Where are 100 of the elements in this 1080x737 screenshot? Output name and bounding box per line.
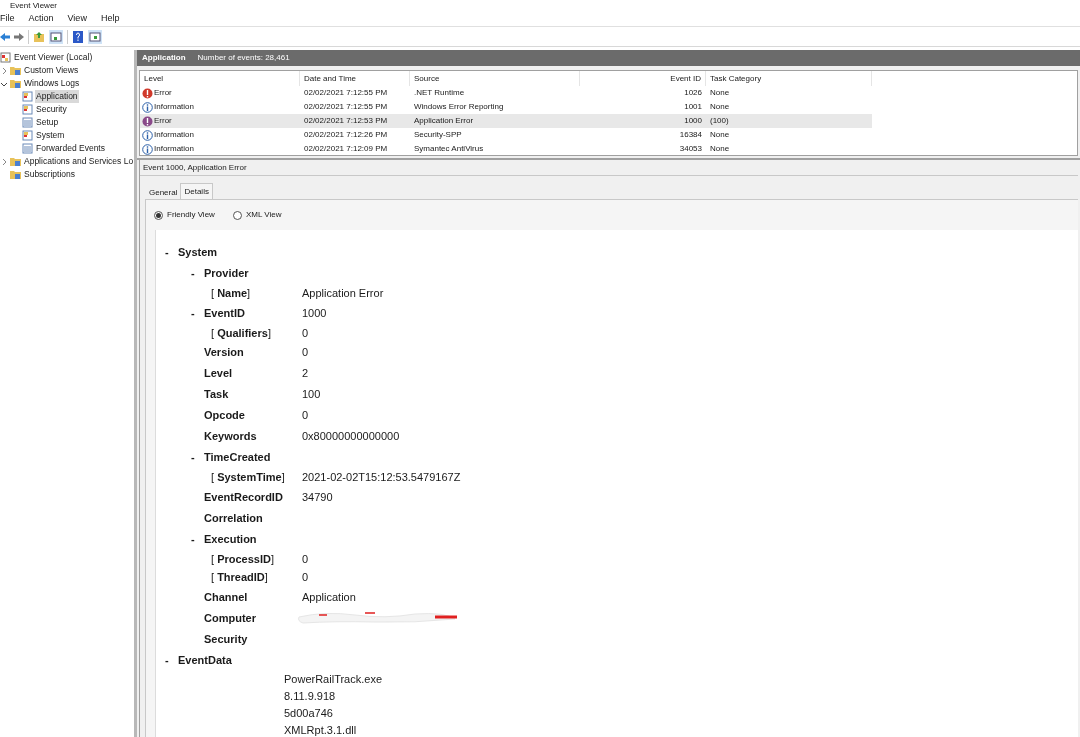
field-label: [ ProcessID]	[211, 551, 274, 567]
table-cell: Application Error	[414, 115, 474, 127]
table-cell: 16384	[679, 129, 702, 141]
table-cell: Symantec AntiVirus	[414, 143, 484, 155]
tree-item[interactable]: Event Viewer (Local)	[13, 51, 94, 64]
column-header[interactable]: Date and Time	[300, 71, 410, 86]
table-cell: 02/02/2021 7:12:53 PM	[304, 115, 388, 127]
folder-icon	[10, 169, 21, 180]
field-value: 2021-02-02T15:12:53.5479167Z	[302, 470, 461, 485]
field-label: Execution	[204, 531, 257, 547]
folder-icon	[10, 65, 21, 76]
column-header[interactable]: Level	[140, 71, 300, 86]
tree-item[interactable]: Application	[35, 90, 79, 103]
table-cell: Error	[154, 115, 172, 127]
table-row[interactable]: Information 02/02/2021 7:12:55 PM Windows Error Reporting 1001 None	[140, 100, 872, 114]
tree-item[interactable]: Forwarded Events	[35, 142, 106, 155]
panel-icon[interactable]	[88, 29, 102, 44]
collapse-toggle[interactable]: -	[165, 246, 169, 259]
collapse-toggle[interactable]: -	[191, 306, 195, 319]
table-cell: 02/02/2021 7:12:55 PM	[304, 87, 388, 99]
field-value: 0	[302, 551, 309, 567]
table-cell: 02/02/2021 7:12:26 PM	[304, 129, 388, 141]
field-label: Security	[204, 631, 248, 647]
field-value: 1000	[302, 305, 327, 321]
collapse-toggle[interactable]: -	[191, 451, 195, 464]
info-icon	[142, 129, 153, 141]
column-header[interactable]: Task Category	[706, 71, 872, 86]
collapse-toggle[interactable]: -	[191, 267, 195, 280]
field-label: Provider	[204, 266, 249, 282]
radio-button[interactable]	[232, 210, 242, 220]
radio-label[interactable]: XML View	[245, 209, 282, 221]
field-label: Level	[204, 366, 233, 382]
field-label: Correlation	[204, 510, 263, 526]
folder-icon	[10, 78, 21, 89]
column-header[interactable]: Source	[410, 71, 580, 86]
field-value: 0	[302, 570, 309, 585]
folder-icon	[10, 156, 21, 167]
field-label: Computer	[204, 610, 256, 626]
tree-item[interactable]: Setup	[35, 116, 60, 129]
table-cell: 02/02/2021 7:12:09 PM	[304, 143, 388, 155]
tree-item[interactable]: Security	[35, 103, 68, 116]
tree-item[interactable]: Custom Views	[23, 64, 80, 77]
table-row[interactable]: Information 02/02/2021 7:12:26 PM Security-SPP 16384 None	[140, 128, 872, 142]
event-title: Event 1000, Application Error	[143, 161, 247, 174]
table-cell: None	[710, 129, 730, 141]
menu-item[interactable]: Help	[100, 12, 120, 26]
info-icon	[142, 101, 153, 113]
log-icon	[22, 117, 33, 128]
table-row[interactable]: Information 02/02/2021 7:12:09 PM Symantec AntiVirus 34053 None	[140, 142, 872, 155]
tree-item[interactable]: System	[35, 129, 66, 142]
log-icon	[22, 104, 33, 115]
radio-button[interactable]	[154, 210, 163, 220]
collapse-toggle[interactable]: -	[191, 532, 195, 545]
tree-item[interactable]: Applications and Services Lo	[23, 155, 134, 168]
forward-icon[interactable]	[14, 31, 24, 42]
table-cell: Error	[154, 87, 172, 99]
chevron-right-icon[interactable]	[0, 66, 8, 75]
table-cell: Information	[154, 129, 195, 141]
field-value: PowerRailTrack.exe	[284, 671, 382, 687]
field-label: TimeCreated	[204, 450, 271, 466]
log-icon	[22, 143, 33, 154]
field-label: EventData	[178, 652, 232, 668]
field-label: [ Name]	[211, 286, 251, 301]
table-cell: (100)	[710, 115, 729, 127]
field-label: Opcode	[204, 408, 245, 424]
field-value: XMLRpt.3.1.dll	[284, 722, 357, 737]
table-cell: 1026	[684, 87, 702, 99]
back-icon[interactable]	[0, 31, 10, 42]
folder-up-icon[interactable]	[33, 30, 45, 43]
field-label: [ ThreadID]	[211, 570, 268, 585]
column-header[interactable]: Event ID	[580, 71, 706, 86]
radio-label[interactable]: Friendly View	[167, 209, 215, 221]
chevron-right-icon[interactable]	[0, 157, 8, 166]
field-value: 0x80000000000000	[302, 429, 400, 445]
table-row[interactable]: Error 02/02/2021 7:12:53 PM Application Error 1000 (100)	[140, 114, 872, 128]
table-cell: None	[710, 87, 730, 99]
table-cell: 34053	[679, 143, 702, 155]
tab[interactable]: Details	[180, 183, 213, 199]
field-value: 100	[302, 387, 321, 403]
menu-item[interactable]: File	[0, 12, 15, 26]
collapse-toggle[interactable]: -	[165, 653, 169, 666]
table-row[interactable]: Error 02/02/2021 7:12:55 PM .NET Runtime 1026 None	[140, 86, 872, 100]
field-value: 0	[302, 325, 309, 341]
table-cell: 1000	[684, 115, 702, 127]
log-icon	[22, 91, 33, 102]
field-label: Keywords	[204, 429, 257, 445]
field-value: 8.11.9.918	[284, 688, 336, 704]
panel-icon[interactable]	[49, 29, 63, 44]
tree-item[interactable]: Windows Logs	[23, 77, 81, 90]
menu-item[interactable]: Action	[28, 12, 54, 26]
help-icon[interactable]	[72, 30, 84, 43]
field-value: Application	[302, 589, 356, 605]
field-value: 0	[302, 408, 309, 424]
table-cell: 1001	[684, 101, 702, 113]
menu-item[interactable]: View	[67, 12, 87, 26]
tab[interactable]: General	[146, 186, 181, 199]
table-cell: None	[710, 143, 730, 155]
tree-item[interactable]: Subscriptions	[23, 168, 77, 181]
table-cell: Information	[154, 101, 195, 113]
field-value: 34790	[302, 489, 333, 505]
